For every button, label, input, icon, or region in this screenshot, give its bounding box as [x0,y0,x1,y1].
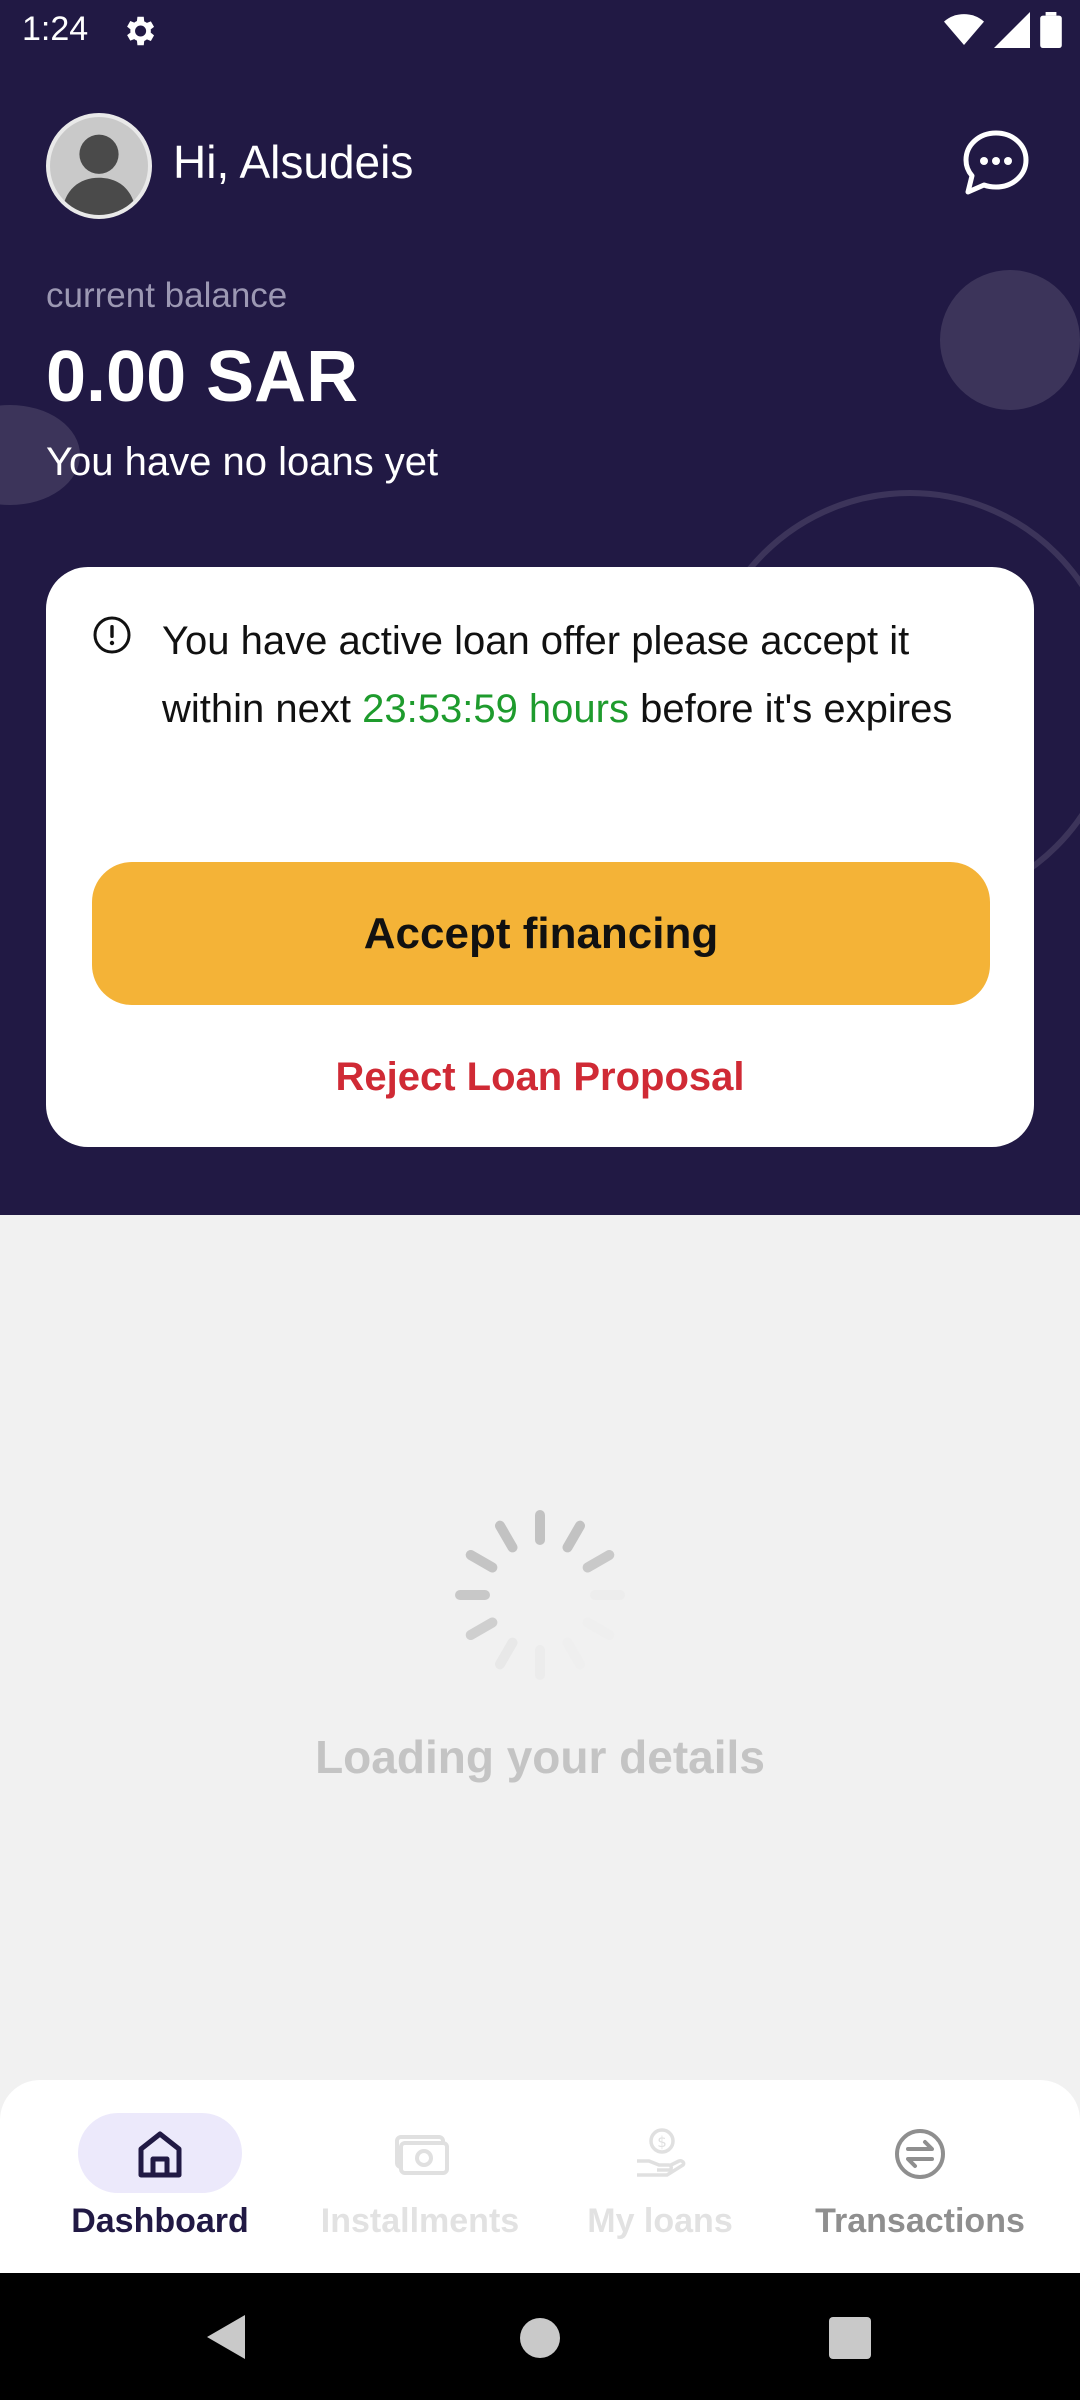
balance-value: 0.00 SAR [46,337,359,417]
gear-icon [127,16,155,46]
accept-financing-button[interactable]: Accept financing [92,862,990,1005]
nav-label-transactions: Transactions [815,2202,1025,2240]
svg-text:$: $ [657,2133,667,2151]
loading-spinner [455,1510,625,1680]
loans-status: You have no loans yet [46,440,439,484]
reject-loan-proposal-button[interactable]: Reject Loan Proposal [46,1055,1034,1100]
status-time: 1:24 [22,10,89,48]
loan-offer-card: You have active loan offer please accept… [46,567,1034,1147]
battery-icon [1040,12,1062,48]
status-icons [944,12,1062,48]
user-silhouette-icon [61,134,137,215]
system-navigation-bar [0,2273,1080,2400]
nav-label-my-loans: My loans [587,2202,733,2240]
nav-label-dashboard: Dashboard [71,2202,249,2240]
bottom-navigation: Dashboard Installments $ My loans Transa… [0,2080,1080,2273]
home-button[interactable] [520,2318,560,2358]
info-icon [93,616,131,654]
balance-label: current balance [46,276,288,315]
cash-icon [395,2135,449,2175]
nav-dashboard[interactable]: Dashboard [40,2080,280,2273]
status-bar: 1:24 [0,0,1080,64]
decorative-circle [940,270,1080,410]
loading-text: Loading your details [315,1731,765,1783]
offer-timer: 23:53:59 hours [362,687,629,731]
wifi-icon [944,14,984,45]
offer-text-after: before it's expires [628,687,953,731]
nav-transactions[interactable]: Transactions [800,2080,1040,2273]
hand-coin-icon: $ [637,2128,686,2177]
recents-button[interactable] [829,2317,871,2359]
nav-my-loans[interactable]: $ My loans [540,2080,780,2273]
home-icon [138,2131,182,2178]
avatar[interactable] [46,113,152,219]
offer-message: You have active loan offer please accept… [162,607,992,743]
greeting: Hi, Alsudeis [173,136,414,188]
transfer-icon [895,2129,945,2179]
header: 1:24 Hi, Alsudeis current balance 0.00 S… [0,0,1080,1215]
signal-icon [994,12,1030,48]
chat-bubble-icon[interactable] [960,128,1032,200]
nav-label-installments: Installments [320,2202,520,2240]
back-icon[interactable] [205,2313,247,2361]
nav-installments[interactable]: Installments [300,2080,540,2273]
